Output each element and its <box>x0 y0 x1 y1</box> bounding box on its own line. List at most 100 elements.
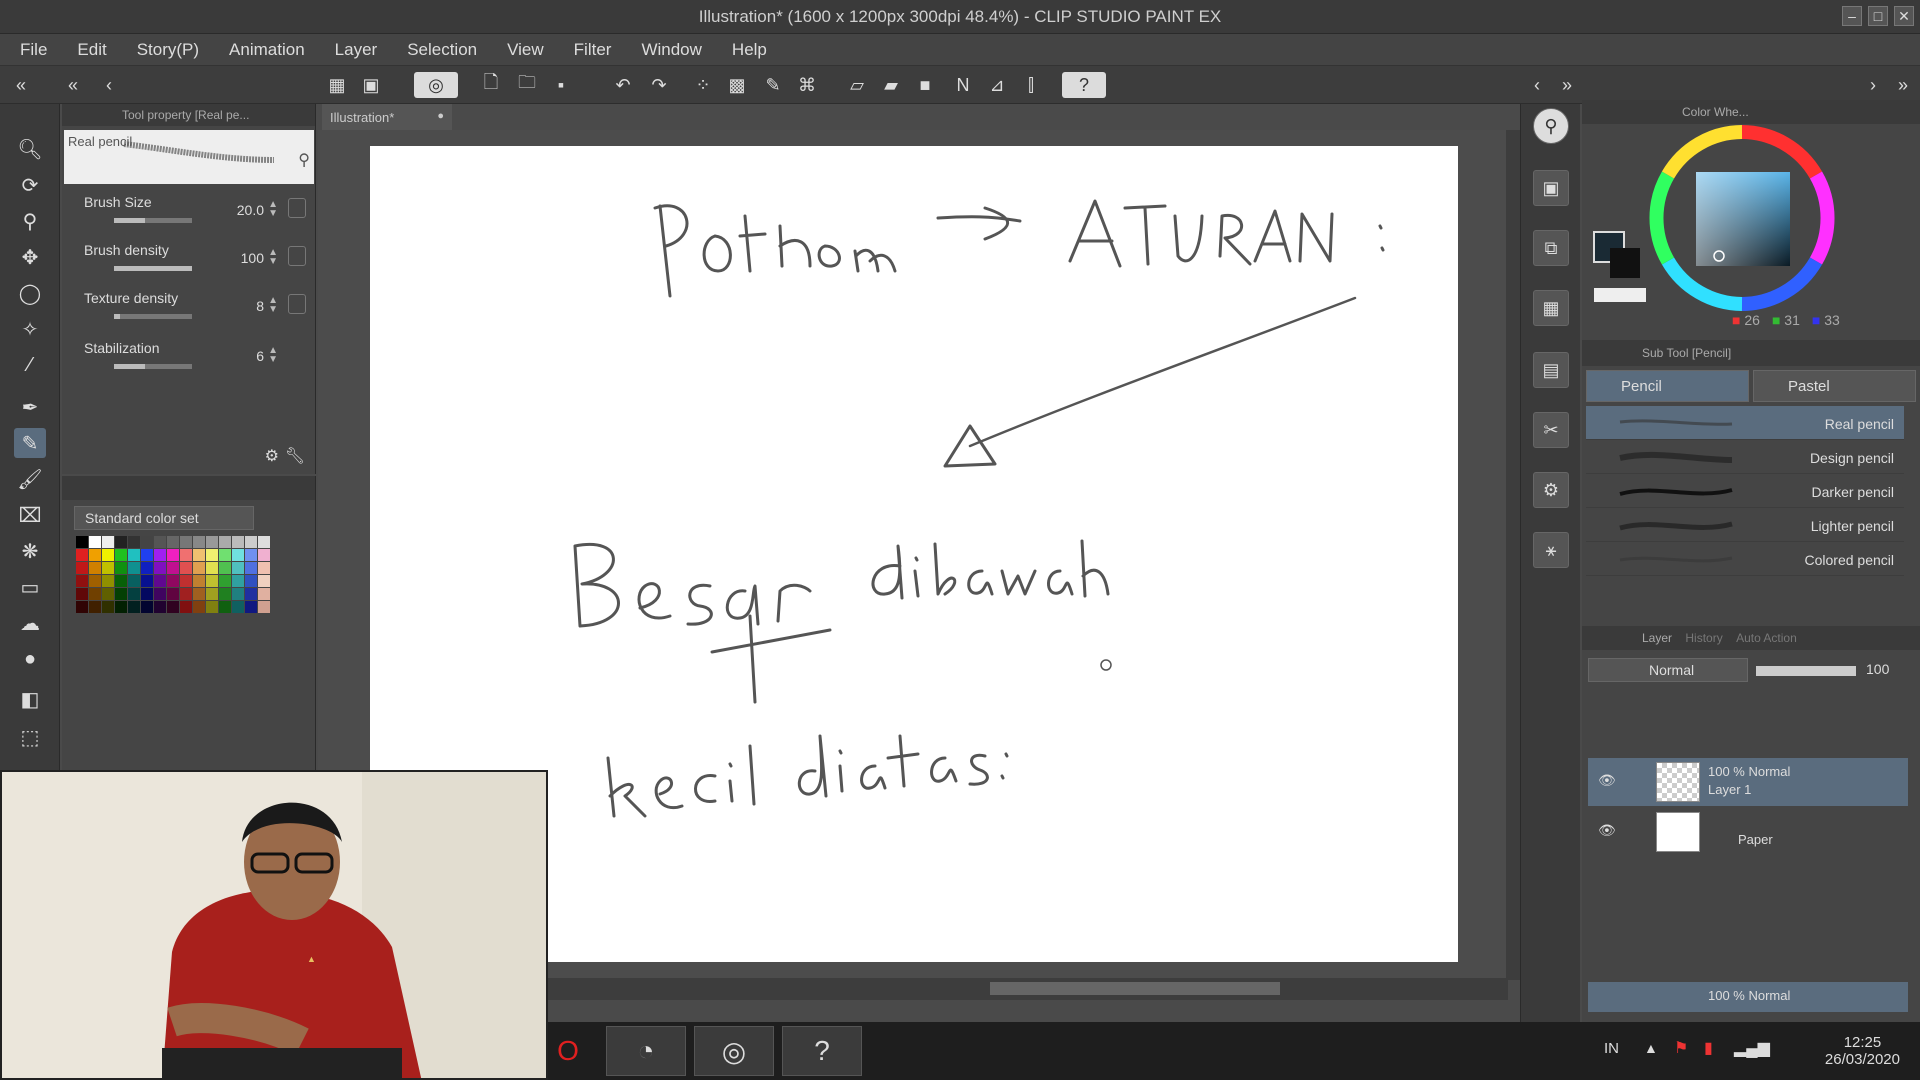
color-swatch[interactable] <box>245 549 257 561</box>
brush-size-slider[interactable] <box>114 218 192 223</box>
color-swatch[interactable] <box>102 601 114 613</box>
color-swatch[interactable] <box>180 562 192 574</box>
brush-size-row[interactable]: Brush Size 20.0 ▲ ▼ <box>62 190 316 230</box>
color-swatch[interactable] <box>219 549 231 561</box>
expand-right-icon-2[interactable]: » <box>1890 72 1916 98</box>
brush-density-pressure-button[interactable] <box>288 246 306 266</box>
magic-wand-icon[interactable]: ✧ <box>14 314 46 344</box>
chevron-left-icon-2[interactable]: ‹ <box>1524 72 1550 98</box>
tab-auto-action[interactable]: Auto Action <box>1736 631 1797 645</box>
color-swatch[interactable] <box>193 575 205 587</box>
tab-history[interactable]: History <box>1685 631 1722 645</box>
texture-density-row[interactable]: Texture density 8 ▲ ▼ <box>62 286 316 326</box>
vertical-scrollbar[interactable] <box>1506 130 1520 980</box>
collapse-left-icon[interactable]: « <box>8 72 34 98</box>
eye-icon[interactable]: 👁︎ <box>1598 772 1616 789</box>
menu-animation[interactable]: Animation <box>229 40 305 60</box>
menu-help[interactable]: Help <box>732 40 767 60</box>
flag-icon[interactable]: ⚑ <box>1674 1038 1688 1058</box>
menu-window[interactable]: Window <box>641 40 701 60</box>
color-wheel[interactable] <box>1582 124 1920 340</box>
brush-density-value[interactable]: 100 <box>241 250 264 266</box>
color-swatch[interactable] <box>258 549 270 561</box>
expand-right-icon[interactable]: » <box>1554 72 1580 98</box>
clear-outside-icon[interactable]: ▰ <box>878 72 904 98</box>
sub-view-icon[interactable]: ✂ <box>1533 412 1569 448</box>
color-swatch[interactable] <box>193 549 205 561</box>
color-swatch[interactable] <box>154 536 166 548</box>
object-icon[interactable]: ⚲ <box>14 206 46 236</box>
brush-density-row[interactable]: Brush density 100 ▲ ▼ <box>62 238 316 278</box>
airbrush-icon[interactable]: ⌧ <box>14 500 46 530</box>
color-swatch[interactable] <box>115 562 127 574</box>
gradient-icon[interactable]: ◧ <box>14 684 46 714</box>
grid-icon[interactable]: ▦ <box>324 72 350 98</box>
select-all-icon[interactable]: ▩ <box>724 72 750 98</box>
close-button[interactable]: ✕ <box>1894 6 1914 26</box>
tab-pencil[interactable]: Pencil <box>1586 370 1749 402</box>
color-swatch[interactable] <box>141 588 153 600</box>
color-swatch[interactable] <box>115 588 127 600</box>
color-swatch[interactable] <box>258 588 270 600</box>
snap-ruler-icon[interactable]: N <box>950 72 976 98</box>
color-swatch[interactable] <box>193 562 205 574</box>
color-swatch[interactable] <box>219 575 231 587</box>
color-swatch[interactable] <box>89 562 101 574</box>
pencil-icon[interactable]: ✎ <box>14 428 46 458</box>
opera-icon[interactable]: O <box>548 1026 588 1076</box>
color-swatch[interactable] <box>167 536 179 548</box>
color-swatch[interactable] <box>180 549 192 561</box>
brush-item-real-pencil[interactable]: Real pencil <box>1586 406 1904 440</box>
clear-icon[interactable]: ▱ <box>844 72 870 98</box>
menu-file[interactable]: File <box>20 40 47 60</box>
color-swatch[interactable] <box>167 562 179 574</box>
color-swatch[interactable] <box>115 575 127 587</box>
battery-icon[interactable]: ▮ <box>1704 1038 1713 1058</box>
color-swatch[interactable] <box>206 562 218 574</box>
save-icon[interactable]: ▪ <box>548 72 574 98</box>
search-panel-icon[interactable]: ⚲ <box>1533 108 1569 144</box>
color-swatch[interactable] <box>141 549 153 561</box>
settings-icon[interactable]: ⚙ <box>265 446 279 466</box>
color-swatch[interactable] <box>232 549 244 561</box>
snap-grid-icon[interactable]: ⫿ <box>1018 72 1044 98</box>
menu-filter[interactable]: Filter <box>574 40 612 60</box>
stabilization-value[interactable]: 6 <box>256 348 264 364</box>
obs-icon[interactable]: ◔ <box>606 1026 686 1076</box>
color-swatch[interactable] <box>128 575 140 587</box>
brush-size-pressure-button[interactable] <box>288 198 306 218</box>
chevron-up-icon[interactable]: ▲ <box>1644 1040 1658 1056</box>
open-file-icon[interactable]: 🗀 <box>514 72 540 98</box>
color-swatch[interactable] <box>180 588 192 600</box>
color-swatch[interactable] <box>102 575 114 587</box>
brush-item-design-pencil[interactable]: Design pencil <box>1586 440 1904 474</box>
color-swatch[interactable] <box>245 588 257 600</box>
texture-density-spinner[interactable]: ▲ ▼ <box>268 296 278 315</box>
color-history-icon[interactable]: ▦ <box>1533 290 1569 326</box>
color-swatch[interactable] <box>258 536 270 548</box>
color-swatch[interactable] <box>206 588 218 600</box>
color-swatch[interactable] <box>232 536 244 548</box>
menu-edit[interactable]: Edit <box>77 40 106 60</box>
eyedropper-icon[interactable]: ⁄ <box>14 350 46 380</box>
layer-property-icon[interactable]: ⧉ <box>1533 230 1569 266</box>
blend-icon[interactable]: ☁ <box>14 608 46 638</box>
animation-timeline-icon[interactable]: ⚹ <box>1533 532 1569 568</box>
redo-icon[interactable]: ↷ <box>646 72 672 98</box>
menu-layer[interactable]: Layer <box>335 40 378 60</box>
color-set-select[interactable]: Standard color set <box>74 506 254 530</box>
wrench-icon[interactable]: 🔧︎ <box>285 446 305 466</box>
blend-mode-select[interactable]: Normal <box>1588 658 1748 682</box>
texture-density-slider[interactable] <box>114 314 192 319</box>
color-swatch[interactable] <box>89 549 101 561</box>
tab-pastel[interactable]: Pastel <box>1753 370 1916 402</box>
color-swatch[interactable] <box>128 601 140 613</box>
color-swatch[interactable] <box>206 549 218 561</box>
color-swatch[interactable] <box>245 562 257 574</box>
help-icon[interactable]: ? <box>1062 72 1106 98</box>
fill-selection-icon[interactable]: ■ <box>912 72 938 98</box>
color-swatch[interactable] <box>193 536 205 548</box>
clip-studio-task-icon[interactable]: ◎ <box>694 1026 774 1076</box>
opacity-value[interactable]: 100 <box>1866 661 1889 677</box>
color-swatch[interactable] <box>76 575 88 587</box>
